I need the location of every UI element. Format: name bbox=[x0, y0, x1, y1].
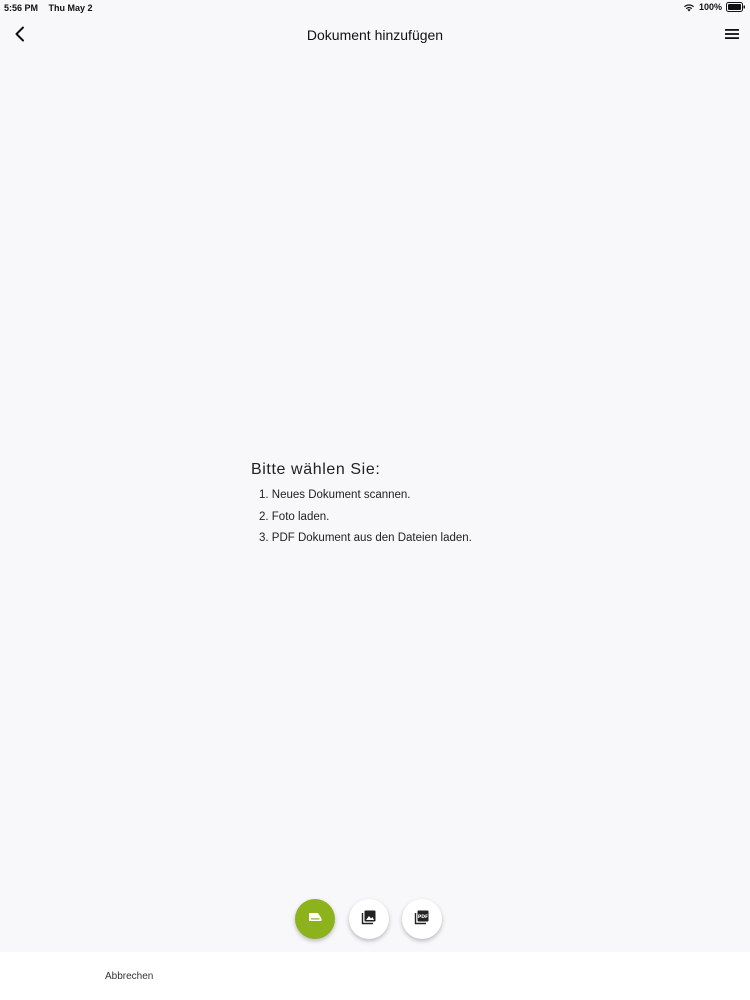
instructions-list: 1. Neues Dokument scannen. 2. Foto laden… bbox=[251, 487, 571, 552]
photo-icon bbox=[361, 909, 377, 930]
menu-button[interactable] bbox=[720, 24, 744, 48]
wifi-icon bbox=[683, 2, 695, 12]
status-time: 5:56 PM bbox=[4, 3, 39, 13]
instructions-title: Bitte wählen Sie: bbox=[251, 461, 381, 478]
pdf-icon-text: PDF bbox=[418, 914, 428, 920]
action-buttons: PDF bbox=[0, 899, 750, 943]
status-left: 5:56 PM Thu May 2 bbox=[4, 3, 93, 13]
navigation-bar: Dokument hinzufügen bbox=[0, 16, 750, 56]
load-photo-button[interactable] bbox=[349, 899, 389, 939]
status-right: 100% bbox=[683, 2, 746, 12]
instructions: Bitte wählen Sie: 1. Neues Dokument scan… bbox=[251, 461, 571, 552]
status-date: Thu May 2 bbox=[48, 3, 93, 13]
instruction-item: 2. Foto laden. bbox=[259, 510, 330, 523]
scanner-icon bbox=[307, 910, 323, 929]
pdf-icon: PDF bbox=[414, 909, 430, 930]
load-pdf-button[interactable]: PDF bbox=[402, 899, 442, 939]
hamburger-menu-icon bbox=[725, 27, 739, 45]
status-bar: 5:56 PM Thu May 2 100% bbox=[0, 0, 750, 16]
page-title: Dokument hinzufügen bbox=[306, 27, 444, 43]
cancel-button[interactable]: Abbrechen bbox=[105, 971, 153, 982]
bottom-bar: Abbrechen bbox=[0, 952, 750, 1000]
battery-percent: 100% bbox=[698, 2, 722, 12]
battery-icon bbox=[726, 2, 746, 12]
instruction-item: 3. PDF Dokument aus den Dateien laden. bbox=[259, 532, 472, 544]
scan-document-button[interactable] bbox=[295, 899, 335, 939]
instruction-item: 1. Neues Dokument scannen. bbox=[259, 489, 411, 501]
